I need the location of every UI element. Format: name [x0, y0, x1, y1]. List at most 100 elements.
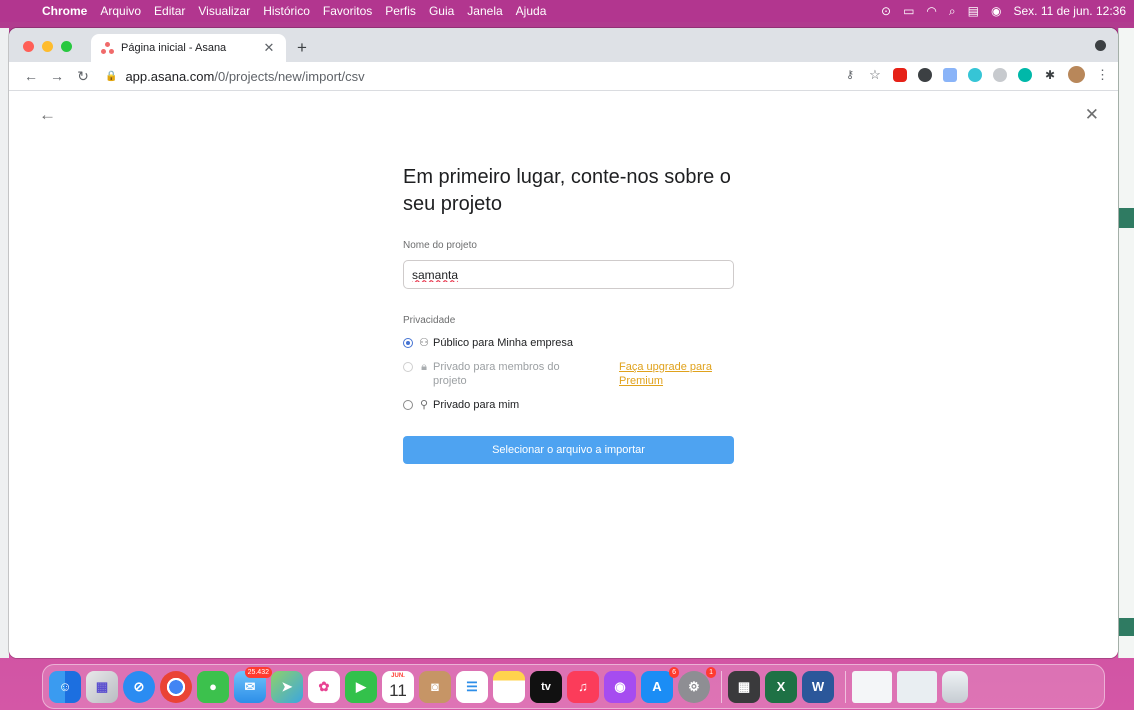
wifi-icon[interactable]: ◠ — [926, 4, 936, 18]
status-area: ⊙ ▭ ◠ ⌕ ▤ ◉ Sex. 11 de jun. 12:36 — [869, 0, 1126, 22]
person-icon: ⚲ — [419, 399, 429, 411]
system-preferences-icon[interactable]: ⚙ 1 — [678, 666, 716, 703]
launchpad-icon[interactable]: ▦ — [86, 670, 118, 703]
forward-icon[interactable]: → — [49, 67, 65, 85]
dock-separator — [721, 670, 722, 703]
menu-item-historico[interactable]: Histórico — [263, 4, 310, 18]
screen-record-icon[interactable]: ⊙ — [881, 4, 891, 18]
chrome-icon[interactable] — [160, 670, 192, 703]
reminders-icon[interactable]: ☰ — [456, 670, 488, 703]
browser-window: Página inicial - Asana ✕ + ← → ↻ 🔒 app.a… — [9, 28, 1118, 658]
extensions-area: ⚷ ☆ ✱ ⋮ — [832, 66, 1109, 83]
profile-avatar[interactable] — [1068, 66, 1085, 83]
radio-public[interactable] — [403, 338, 413, 348]
word-icon[interactable]: W — [802, 670, 834, 703]
page-title: Em primeiro lugar, conte-nos sobre o seu… — [403, 166, 731, 215]
messages-icon[interactable]: ● — [197, 670, 229, 703]
tab-strip: Página inicial - Asana ✕ + — [9, 28, 1118, 62]
address-bar[interactable]: 🔒 app.asana.com/0/projects/new/import/cs… — [105, 64, 805, 88]
project-name-label: Nome do projeto — [403, 240, 477, 251]
finder-icon[interactable]: ☺ — [49, 670, 81, 703]
new-tab-button[interactable]: + — [292, 38, 312, 58]
select-file-import-button[interactable]: Selecionar o arquivo a importar — [403, 436, 734, 464]
podcasts-icon[interactable]: ◉ — [604, 670, 636, 703]
app-store-icon[interactable]: A6 — [641, 666, 679, 703]
menu-item-visualizar[interactable]: Visualizar — [198, 4, 250, 18]
menu-item-arquivo[interactable]: Arquivo — [100, 4, 141, 18]
menu-item-editar[interactable]: Editar — [154, 4, 185, 18]
menu-item-perfis[interactable]: Perfis — [385, 4, 416, 18]
page-back-arrow-icon[interactable]: ← — [39, 105, 56, 125]
notes-icon[interactable] — [493, 670, 525, 703]
minimized-window-2-icon[interactable] — [897, 670, 937, 703]
menu-item-guia[interactable]: Guia — [429, 4, 454, 18]
mail-icon[interactable]: ✉ 25.432 — [234, 666, 272, 703]
extension-zoom-out-icon[interactable] — [993, 67, 1007, 82]
youtube-extension-icon[interactable] — [893, 67, 907, 82]
privacy-label: Privacidade — [403, 315, 456, 326]
calendar-day: 11 — [389, 680, 407, 700]
reload-icon[interactable]: ↻ — [75, 67, 91, 85]
battery-icon[interactable]: ▭ — [903, 4, 914, 18]
menu-item-favoritos[interactable]: Favoritos — [323, 4, 372, 18]
tab-close-icon[interactable]: ✕ — [260, 40, 278, 56]
privacy-option-public[interactable]: ⚇ Público para Minha empresa — [403, 336, 734, 350]
background-spreadsheet-window — [1118, 28, 1134, 658]
menu-app-name[interactable]: Chrome — [42, 4, 87, 18]
safari-icon[interactable]: ⊘ — [123, 670, 155, 703]
back-icon[interactable]: ← — [23, 67, 39, 85]
minimized-window-1-icon[interactable] — [852, 670, 892, 703]
apple-tv-icon[interactable]: tv — [530, 670, 562, 703]
calendar-icon[interactable]: JUN. 11 — [382, 670, 414, 703]
asana-favicon-icon — [101, 41, 115, 55]
upgrade-premium-link[interactable]: Faça upgrade para Premium — [619, 360, 729, 388]
project-form: Em primeiro lugar, conte-nos sobre o seu… — [403, 164, 734, 464]
tab-asana-home[interactable]: Página inicial - Asana ✕ — [91, 34, 286, 62]
minimize-window-button[interactable] — [42, 41, 53, 52]
extensions-puzzle-icon[interactable]: ✱ — [1043, 68, 1057, 82]
extension-code-icon[interactable] — [943, 67, 957, 82]
option-public-label: Público para Minha empresa — [433, 337, 574, 349]
bookmark-star-icon[interactable]: ☆ — [868, 67, 882, 82]
music-icon[interactable]: ♫ — [567, 670, 599, 703]
privacy-option-members: 🔒︎ Privado para membros do projeto Faça … — [403, 360, 734, 388]
privacy-option-me[interactable]: ⚲ Privado para mim — [403, 398, 734, 412]
browser-toolbar: ← → ↻ 🔒 app.asana.com/0/projects/new/imp… — [9, 62, 1118, 91]
tab-search-icon[interactable] — [1095, 40, 1106, 51]
window-controls — [23, 41, 80, 52]
zoom-window-button[interactable] — [61, 41, 72, 52]
excel-icon[interactable]: X — [765, 670, 797, 703]
spotlight-search-icon[interactable]: ⌕ — [949, 4, 956, 19]
facetime-icon[interactable]: ▶ — [345, 670, 377, 703]
close-window-button[interactable] — [23, 41, 34, 52]
extension-zoom-in-icon[interactable] — [968, 67, 982, 82]
control-center-icon[interactable]: ▤ — [968, 4, 979, 18]
extension-teal-icon[interactable] — [1018, 67, 1032, 82]
menu-clock[interactable]: Sex. 11 de jun. 12:36 — [1013, 4, 1126, 18]
calculator-icon[interactable]: ▦ — [728, 670, 760, 703]
menu-item-ajuda[interactable]: Ajuda — [516, 4, 547, 18]
background-window-left — [0, 28, 9, 658]
lock-icon[interactable]: 🔒 — [105, 71, 117, 82]
maps-icon[interactable]: ➤ — [271, 670, 303, 703]
siri-icon[interactable]: ◉ — [991, 4, 1001, 18]
excel-letter: X — [776, 679, 786, 694]
system-preferences-badge: 1 — [706, 666, 716, 678]
calendar-month: JUN. — [391, 672, 405, 679]
chrome-menu-icon[interactable]: ⋮ — [1096, 67, 1109, 82]
trash-icon[interactable] — [942, 670, 968, 703]
extension-dark-icon[interactable] — [918, 67, 932, 82]
page-close-icon[interactable]: ✕ — [1085, 105, 1099, 125]
option-members-label: Privado para membros do projeto — [433, 361, 560, 387]
menu-item-janela[interactable]: Janela — [467, 4, 502, 18]
mail-badge: 25.432 — [244, 666, 272, 678]
photos-icon[interactable]: ✿ — [308, 670, 340, 703]
radio-me[interactable] — [403, 400, 413, 410]
contacts-icon[interactable]: ◙ — [419, 670, 451, 703]
project-name-input[interactable] — [403, 260, 734, 289]
asana-import-page: ← ✕ Em primeiro lugar, conte-nos sobre o… — [9, 91, 1118, 658]
app-store-badge: 6 — [669, 666, 679, 678]
password-key-icon[interactable]: ⚷ — [843, 68, 857, 82]
url-path: /0/projects/new/import/csv — [214, 68, 365, 84]
macos-dock: ☺ ▦ ⊘ ● ✉ 25.432 ➤ ✿ ▶ JUN. 11 ◙ ☰ tv ♫ ◉… — [42, 664, 1105, 709]
